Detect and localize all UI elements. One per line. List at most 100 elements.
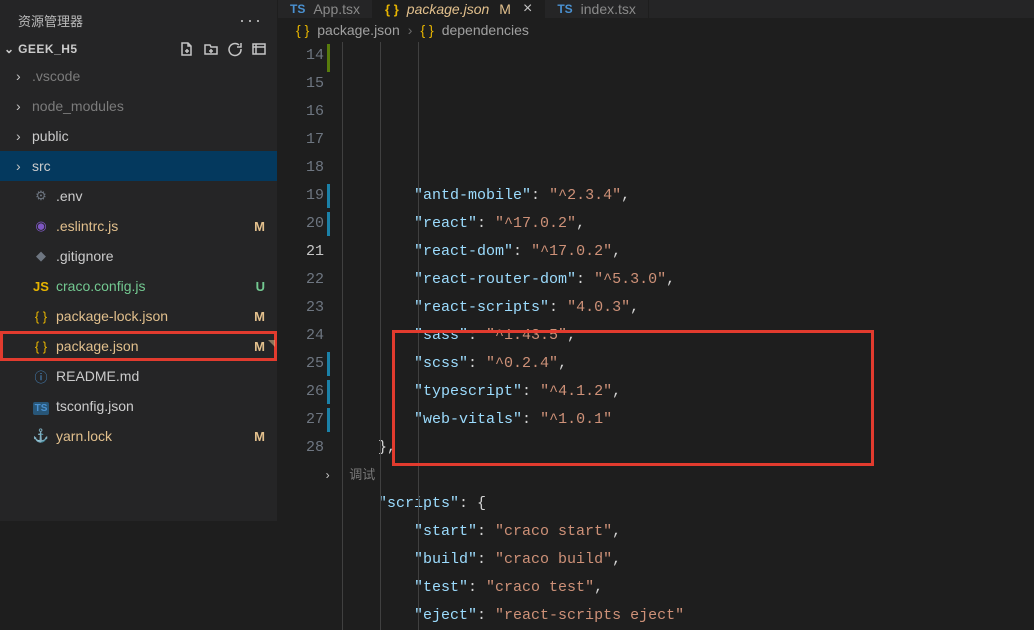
eslint-icon: ◉ [32, 218, 50, 234]
line-number: 27 [278, 406, 324, 434]
chevron-down-icon: ⌄ [4, 42, 14, 56]
tab-bar: TSApp.tsx{ }package.jsonM×TSindex.tsx [278, 0, 1034, 18]
tree-file[interactable]: ⚓yarn.lockM [0, 421, 277, 451]
chevron-right-icon: › [16, 128, 32, 144]
tree-file[interactable]: ⚙ .env [0, 181, 277, 211]
tree-item-label: .vscode [32, 68, 251, 84]
explorer-sidebar: 资源管理器 ··· ⌄ GEEK_H5 ›.vscode›node_module… [0, 0, 278, 521]
explorer-title: 资源管理器 [18, 11, 239, 30]
line-number: 14 [278, 42, 324, 70]
tab-label: App.tsx [313, 1, 360, 17]
git-status-badge: M [251, 219, 265, 234]
code-line[interactable]: "scripts": { [342, 490, 1034, 518]
editor-tab[interactable]: { }package.jsonM× [373, 0, 545, 18]
line-number: 15 [278, 70, 324, 98]
tree-item-label: src [32, 158, 251, 174]
new-folder-icon[interactable] [203, 41, 219, 57]
tree-file[interactable]: { } package.jsonM [0, 331, 277, 361]
code-editor[interactable]: 141516171819202122232425262728 "antd-mob… [278, 42, 1034, 630]
git-status-badge: M [499, 1, 511, 17]
new-file-icon[interactable] [179, 41, 195, 57]
tree-file[interactable]: ⓘREADME.md [0, 361, 277, 391]
code-line[interactable]: "antd-mobile": "^2.3.4", [342, 182, 1034, 210]
more-icon[interactable]: ··· [239, 10, 263, 31]
line-number: 19 [278, 182, 324, 210]
tree-item-label: public [32, 128, 251, 144]
tree-item-label: craco.config.js [56, 278, 251, 294]
braces-icon: { } [32, 339, 50, 354]
line-number: 23 [278, 294, 324, 322]
code-line[interactable]: "start": "craco start", [342, 518, 1034, 546]
tree-folder[interactable]: ›.vscode [0, 61, 277, 91]
braces-icon: { } [385, 2, 399, 17]
tree-item-label: tsconfig.json [56, 398, 251, 414]
js-icon: JS [32, 279, 50, 294]
editor-tab[interactable]: TS App.tsx [278, 0, 373, 18]
tree-file[interactable]: { } package-lock.jsonM [0, 301, 277, 331]
braces-icon: { } [32, 309, 50, 324]
close-icon[interactable]: × [523, 0, 532, 18]
project-header[interactable]: ⌄ GEEK_H5 [0, 37, 277, 61]
git-status-badge: M [251, 309, 265, 324]
file-tree: ›.vscode›node_modules›public›src⚙.env◉.e… [0, 61, 277, 521]
code-line[interactable]: "react-router-dom": "^5.3.0", [342, 266, 1034, 294]
braces-icon: { } [296, 22, 309, 38]
braces-icon: { } [420, 22, 433, 38]
tree-file[interactable]: TS tsconfig.json [0, 391, 277, 421]
line-number: 26 [278, 378, 324, 406]
editor-area: TS App.tsx { } package.json M × TSindex.tsx { … [278, 0, 1034, 521]
explorer-header: 资源管理器 ··· [0, 0, 277, 37]
code-line[interactable]: "typescript": "^4.1.2", [342, 378, 1034, 406]
code-line[interactable]: "web-vitals": "^1.0.1" [342, 406, 1034, 434]
debug-codelens[interactable]: 调试 [349, 468, 375, 483]
code-line[interactable]: "react-dom": "^17.0.2", [342, 238, 1034, 266]
breadcrumb-path: dependencies [442, 22, 529, 38]
tree-item-label: package-lock.json [56, 308, 251, 324]
chevron-right-icon: › [16, 158, 32, 174]
tree-file[interactable]: JS craco.config.jsU [0, 271, 277, 301]
tree-folder[interactable]: ›public [0, 121, 277, 151]
project-name: GEEK_H5 [18, 42, 179, 56]
line-number: 18 [278, 154, 324, 182]
code-line[interactable]: "react-scripts": "4.0.3", [342, 294, 1034, 322]
tree-folder[interactable]: ›node_modules [0, 91, 277, 121]
code-line[interactable]: "react": "^17.0.2", [342, 210, 1034, 238]
modified-indicator-icon [268, 340, 275, 347]
code-line[interactable]: "scss": "^0.2.4", [342, 350, 1034, 378]
code-content[interactable]: "antd-mobile": "^2.3.4", "react": "^17.0… [342, 42, 1034, 630]
code-line[interactable]: "test": "craco test", [342, 574, 1034, 602]
ts-icon: TS [290, 2, 305, 16]
line-number: 17 [278, 126, 324, 154]
line-number: 22 [278, 266, 324, 294]
code-line[interactable]: ›调试 [342, 462, 1034, 490]
tree-item-label: .env [56, 188, 251, 204]
tree-item-label: node_modules [32, 98, 251, 114]
refresh-icon[interactable] [227, 41, 243, 57]
breadcrumb[interactable]: { } package.json › { } dependencies [278, 18, 1034, 42]
code-line[interactable]: "eject": "react-scripts eject" [342, 602, 1034, 630]
line-number: 21 [278, 238, 324, 266]
code-line[interactable]: "build": "craco build", [342, 546, 1034, 574]
line-number: 24 [278, 322, 324, 350]
code-line[interactable]: "sass": "^1.43.5", [342, 322, 1034, 350]
collapse-icon[interactable] [251, 41, 267, 57]
git-icon: ◆ [32, 248, 50, 264]
ts-icon: TS [32, 399, 50, 414]
breadcrumb-file: package.json [317, 22, 400, 38]
info-icon: ⓘ [32, 367, 50, 386]
git-status-badge: M [251, 339, 265, 354]
chevron-right-icon[interactable]: › [324, 469, 331, 483]
line-number: 25 [278, 350, 324, 378]
chevron-right-icon: › [408, 22, 413, 38]
line-number: 28 [278, 434, 324, 462]
tab-label: index.tsx [581, 1, 636, 17]
tree-item-label: package.json [56, 338, 251, 354]
tree-item-label: .eslintrc.js [56, 218, 251, 234]
tree-file[interactable]: ◆.gitignore [0, 241, 277, 271]
gear-icon: ⚙ [32, 188, 50, 204]
editor-tab[interactable]: TSindex.tsx [545, 0, 649, 18]
tree-folder[interactable]: ›src [0, 151, 277, 181]
git-status-badge: U [251, 279, 265, 294]
code-line[interactable]: }, [342, 434, 1034, 462]
tree-file[interactable]: ◉ .eslintrc.jsM [0, 211, 277, 241]
